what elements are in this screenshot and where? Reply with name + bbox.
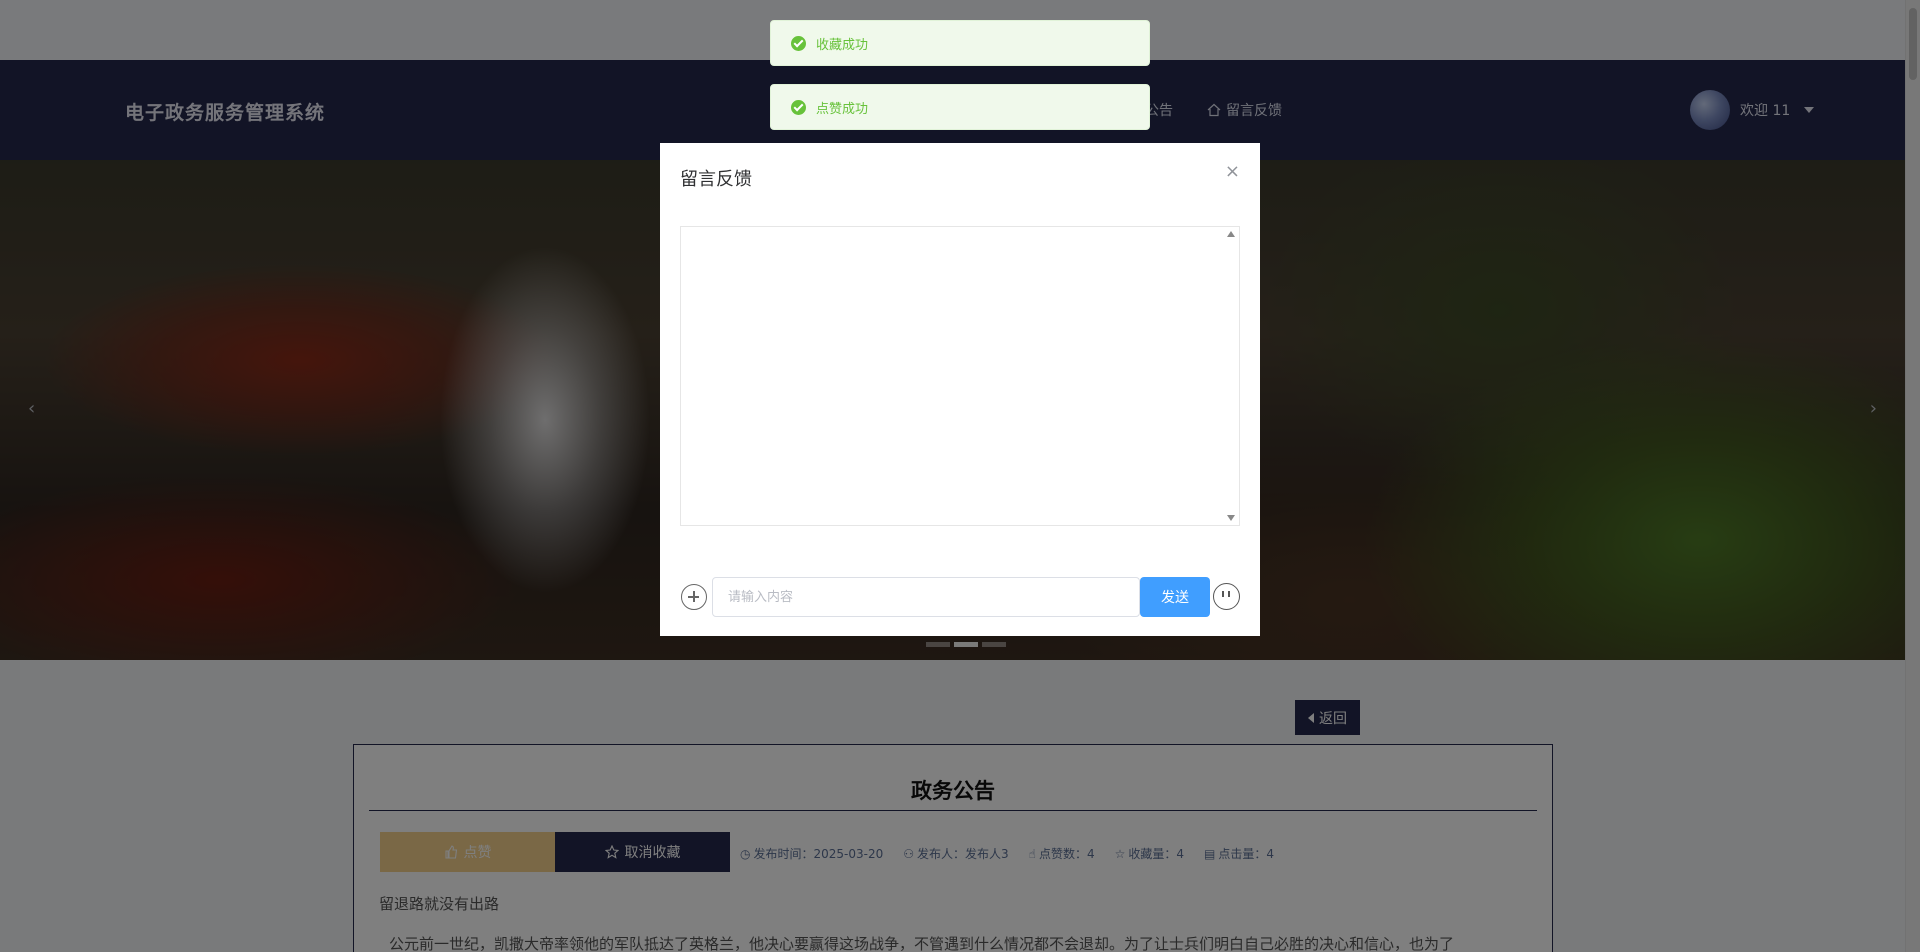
toast-text: 点赞成功 bbox=[816, 101, 869, 117]
toast-success: 收藏成功 bbox=[770, 20, 1150, 66]
add-attachment-icon[interactable] bbox=[681, 584, 707, 610]
chat-message-area[interactable] bbox=[680, 226, 1240, 526]
scroll-up-icon[interactable] bbox=[1227, 231, 1235, 237]
emoji-eye bbox=[1228, 591, 1230, 597]
close-icon[interactable]: × bbox=[1225, 161, 1240, 182]
feedback-dialog: 留言反馈 × 发送 bbox=[660, 143, 1260, 636]
toast-success: 点赞成功 bbox=[770, 84, 1150, 130]
send-button[interactable]: 发送 bbox=[1140, 577, 1210, 617]
dialog-title: 留言反馈 bbox=[680, 169, 752, 190]
emoji-eye bbox=[1222, 591, 1224, 597]
scroll-down-icon[interactable] bbox=[1227, 515, 1235, 521]
success-check-icon bbox=[791, 35, 806, 51]
success-check-icon bbox=[791, 99, 806, 115]
emoji-icon[interactable] bbox=[1213, 583, 1240, 610]
message-input[interactable] bbox=[712, 577, 1140, 617]
toast-text: 收藏成功 bbox=[816, 37, 869, 53]
